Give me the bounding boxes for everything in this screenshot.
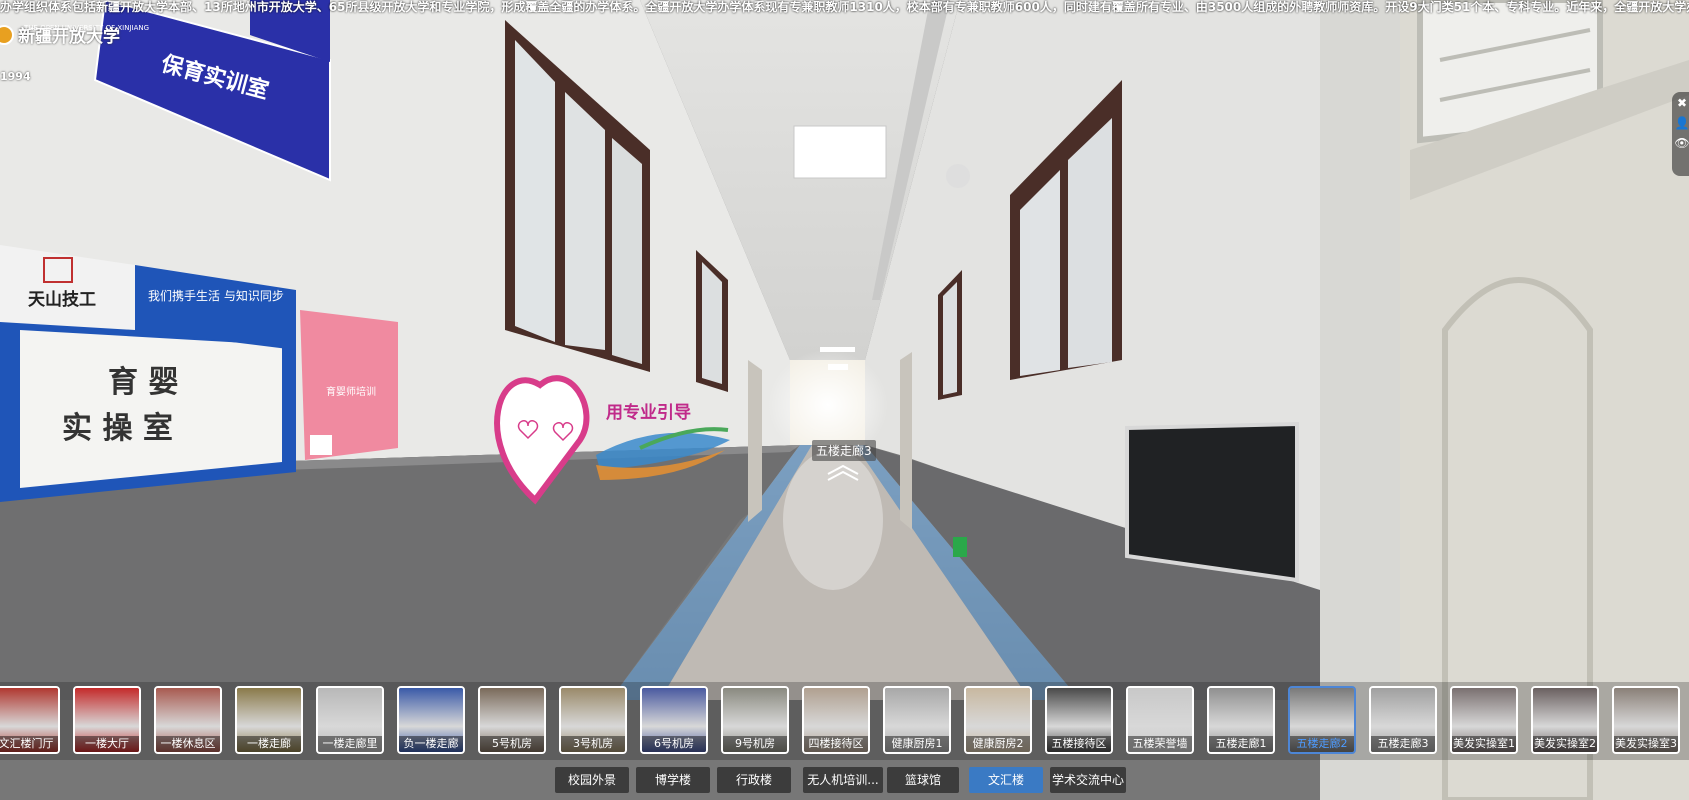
category-tab[interactable]: 博学楼 [636, 767, 710, 793]
thumbnail-label: 9号机房 [723, 736, 787, 752]
thumbnail-label: 五楼走廊1 [1209, 736, 1273, 752]
thumbnail-label: 负一楼走廊 [399, 736, 463, 752]
thumbnail-label: 五楼接待区 [1047, 736, 1111, 752]
chevron-up-double-icon[interactable] [826, 464, 860, 482]
panorama-view[interactable]: 保育实训室 育 婴 实 操 室 天山技工 我们携手生活 与知识同步 育婴师培训 … [0, 0, 1689, 800]
thumbnail-label: 美发实操室3 [1614, 736, 1678, 752]
category-tab[interactable]: 无人机培训... [803, 767, 883, 793]
category-tab[interactable]: 文汇楼 [969, 767, 1043, 793]
logo-subtitle: THE OPEN UNIVERSITY OF XINJIANG [24, 24, 150, 32]
scene-thumbnail[interactable]: 一楼走廊 [235, 686, 303, 754]
scene-thumbnail[interactable]: 负一楼走廊 [397, 686, 465, 754]
thumbnail-label: 一楼走廊 [237, 736, 301, 752]
logo-emblem-icon [0, 24, 14, 45]
school-logo-text: 天山技工 [28, 289, 96, 310]
category-tab[interactable]: 行政楼 [717, 767, 791, 793]
scene-thumbnail[interactable]: 五楼走廊1 [1207, 686, 1275, 754]
thumbnail-label: 五楼走廊2 [1290, 736, 1354, 752]
thumbnail-label: 美发实操室1 [1452, 736, 1516, 752]
thumbnail-label: 6号机房 [642, 736, 706, 752]
scene-thumbnail[interactable]: 文汇楼门厅 [0, 686, 60, 754]
scene-thumbnail[interactable]: 健康厨房2 [964, 686, 1032, 754]
door-frame [1320, 0, 1400, 800]
marquee-text: 办学组织体系包括新疆开放大学本部、13所地州市开放大学、65所县级开放大学和专业… [0, 0, 1689, 14]
thumbnail-label: 一楼休息区 [156, 736, 220, 752]
scene-thumbnail[interactable]: 五楼走廊2 [1288, 686, 1356, 754]
room-plate-line1: 育 婴 [108, 365, 178, 400]
scene-thumbnail[interactable]: 健康厨房1 [883, 686, 951, 754]
scene-thumbnail[interactable]: 6号机房 [640, 686, 708, 754]
scene-thumbnail[interactable]: 四楼接待区 [802, 686, 870, 754]
wall-monitor [1125, 421, 1299, 583]
category-tab-bar: 校园外景 博学楼 行政楼 无人机培训... 篮球馆 文汇楼 学术交流中心 [0, 767, 1689, 793]
scene-thumbnail[interactable]: 美发实操室3 [1612, 686, 1680, 754]
scene-thumbnail[interactable]: 一楼走廊里 [316, 686, 384, 754]
scene-thumbnail[interactable]: 五楼接待区 [1045, 686, 1113, 754]
scene-thumbnail[interactable]: 五楼荣誉墙 [1126, 686, 1194, 754]
scene-thumbnail[interactable]: 3号机房 [559, 686, 627, 754]
scene-hotspot[interactable]: 五楼走廊3 [812, 440, 876, 481]
thumbnail-label: 一楼走廊里 [318, 736, 382, 752]
logo-year: 1994 [0, 70, 31, 83]
thumbnail-label: 3号机房 [561, 736, 625, 752]
slogan-text: 用专业引导 [606, 402, 691, 423]
category-tab[interactable]: 校园外景 [555, 767, 629, 793]
scene-thumbnail[interactable]: 9号机房 [721, 686, 789, 754]
room-plate-line2: 实 操 室 [62, 411, 173, 446]
hotspot-label[interactable]: 五楼走廊3 [812, 440, 876, 461]
right-toolbar: ✖ 👤 👁 [1672, 92, 1689, 176]
ceiling-light [793, 125, 887, 179]
thumbnail-label: 美发实操室2 [1533, 736, 1597, 752]
thumbnail-label: 健康厨房2 [966, 736, 1030, 752]
thumbnail-label: 一楼大厅 [75, 736, 139, 752]
share-icon[interactable]: ✖ [1677, 96, 1687, 110]
user-icon[interactable]: 👤 [1675, 116, 1689, 130]
scene-thumbnail[interactable]: 一楼大厅 [73, 686, 141, 754]
banner-text: 我们携手生活 与知识同步 [148, 288, 284, 303]
thumbnail-label: 五楼荣誉墙 [1128, 736, 1192, 752]
scene-thumbnail-strip: 文汇楼门厅 一楼大厅 一楼休息区 一楼走廊 一楼走廊里 负一楼走廊 5号机房 3号机房 6号机房… [0, 682, 1689, 760]
category-tab[interactable]: 篮球馆 [887, 767, 959, 793]
scene-thumbnail[interactable]: 美发实操室2 [1531, 686, 1599, 754]
thumbnail-label: 健康厨房1 [885, 736, 949, 752]
thumbnail-label: 五楼走廊3 [1371, 736, 1435, 752]
thumbnail-label: 文汇楼门厅 [0, 736, 58, 752]
eye-icon[interactable]: 👁 [1674, 136, 1689, 150]
scene-thumbnail[interactable]: 5号机房 [478, 686, 546, 754]
thumbnail-label: 5号机房 [480, 736, 544, 752]
scene-thumbnail[interactable]: 五楼走廊3 [1369, 686, 1437, 754]
svg-text:育婴师培训: 育婴师培训 [326, 385, 376, 398]
category-tab[interactable]: 学术交流中心 [1050, 767, 1126, 793]
scene-thumbnail[interactable]: 一楼休息区 [154, 686, 222, 754]
scene-thumbnail[interactable]: 美发实操室1 [1450, 686, 1518, 754]
thumbnail-label: 四楼接待区 [804, 736, 868, 752]
